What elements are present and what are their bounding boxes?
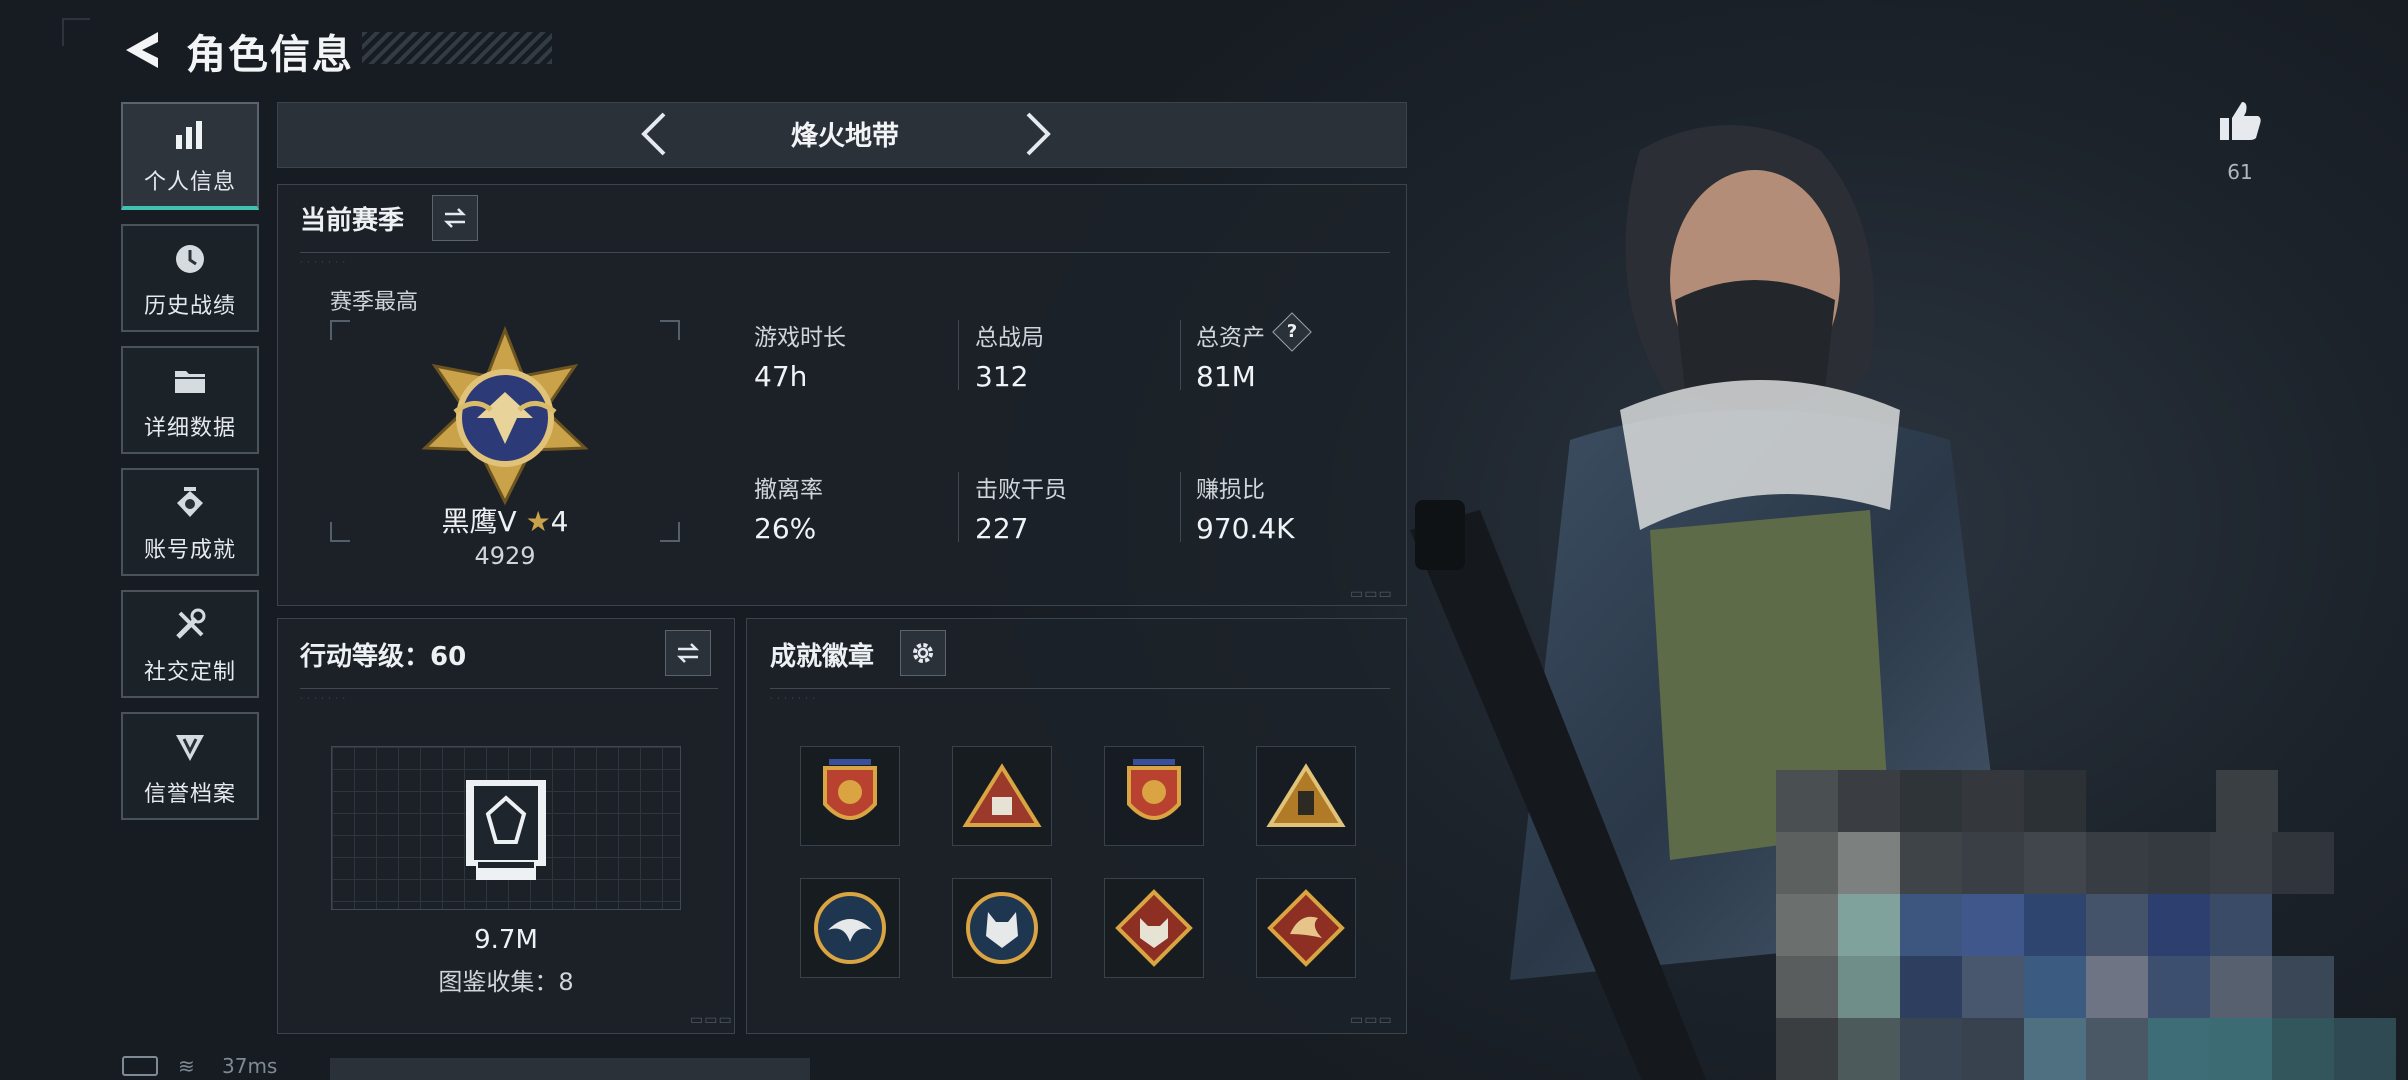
tick-marks: · · · · · · · (300, 258, 347, 267)
wifi-icon: ≋ (178, 1054, 195, 1078)
action-level-title: 行动等级：60 (300, 642, 467, 672)
chevron-right-icon (1026, 112, 1051, 156)
corner-marks: ▭▭▭ (1350, 586, 1393, 602)
stat-value: 26% (754, 512, 817, 545)
like-button[interactable] (2216, 98, 2264, 146)
gear-icon (913, 643, 933, 663)
stat-value: 81M (1196, 360, 1256, 393)
stat-value: 227 (975, 512, 1029, 545)
rank-score: 4929 (474, 542, 536, 570)
badge-slot[interactable] (1104, 878, 1204, 978)
divider (770, 688, 1390, 689)
sidebar-item-label: 历史战绩 (143, 294, 236, 319)
stat-label: 赚损比 (1196, 477, 1265, 503)
sidebar-item-label: 账号成就 (143, 538, 236, 563)
badge-slot[interactable] (800, 746, 900, 846)
collection-count: 图鉴收集：8 (438, 968, 574, 996)
sidebar-item-label: 详细数据 (143, 416, 236, 441)
divider (958, 472, 959, 542)
stat-value: 312 (975, 360, 1029, 393)
season-switch-button[interactable] (432, 195, 478, 241)
stat-label: 撤离率 (754, 477, 823, 503)
help-icon: ? (1286, 321, 1298, 342)
history-clock-icon (169, 238, 211, 280)
collection-case-icon (466, 780, 546, 880)
tick-marks: · · · · · · · (770, 694, 817, 703)
shield-badge-icon (1127, 759, 1181, 820)
action-level-value: 9.7M (474, 925, 538, 955)
blurred-text (330, 1058, 810, 1080)
current-season-title: 当前赛季 (300, 206, 405, 236)
tick-marks: · · · · · · · (300, 694, 347, 703)
swap-arrows-icon (676, 643, 700, 663)
sidebar-item-social-custom[interactable]: 社交定制 (121, 590, 259, 698)
title-decoration (362, 32, 552, 64)
divider (1180, 472, 1181, 542)
badges-settings-button[interactable] (900, 630, 946, 676)
wolf-coin-badge-icon (966, 892, 1038, 964)
rank-name-row: 黑鹰Ⅴ ★4 (410, 500, 600, 540)
reputation-icon (169, 726, 211, 768)
ping-readout: 37ms (222, 1054, 278, 1078)
bar-chart-icon (169, 114, 211, 156)
folder-icon (169, 360, 211, 402)
battery-charging-icon (122, 1056, 158, 1076)
sidebar-item-history[interactable]: 历史战绩 (121, 224, 259, 332)
badge-slot[interactable] (1256, 746, 1356, 846)
divider (1180, 320, 1181, 390)
sidebar-item-personal-info[interactable]: 个人信息 (121, 102, 259, 210)
action-switch-button[interactable] (665, 630, 711, 676)
sidebar-item-achievements[interactable]: 账号成就 (121, 468, 259, 576)
season-highest-label: 赛季最高 (330, 290, 419, 315)
season-next-button[interactable] (1006, 106, 1062, 162)
pixelated-overlay (1776, 770, 2408, 1080)
rank-emblem-icon (421, 326, 589, 506)
page-title: 角色信息 (186, 32, 354, 78)
sidebar-item-label: 社交定制 (143, 660, 236, 685)
sidebar-item-reputation[interactable]: 信誉档案 (121, 712, 259, 820)
badge-slot[interactable] (952, 878, 1052, 978)
corner-decoration (62, 18, 90, 46)
rank-stars: 4 (550, 505, 569, 538)
thumbs-up-icon (2220, 102, 2261, 140)
sidebar-item-label: 个人信息 (143, 170, 236, 195)
triangle-badge-icon (1266, 763, 1346, 827)
stat-value: 970.4K (1196, 512, 1295, 545)
sidebar-item-label: 信誉档案 (143, 782, 236, 807)
corner-marks: ▭▭▭ (690, 1012, 733, 1028)
stat-label: 总资产 (1196, 325, 1265, 351)
triangle-badge-icon (962, 763, 1042, 827)
divider (300, 252, 1390, 253)
tools-icon (169, 604, 211, 646)
divider (300, 688, 718, 689)
swap-arrows-icon (443, 208, 467, 228)
season-name: 烽火地带 (791, 121, 899, 152)
stat-value: 47h (754, 360, 808, 393)
star-icon: ★ (525, 505, 551, 538)
sidebar-item-detail-data[interactable]: 详细数据 (121, 346, 259, 454)
badge-slot[interactable] (1104, 746, 1204, 846)
eagle-coin-badge-icon (814, 892, 886, 964)
like-count: 61 (2227, 160, 2253, 184)
back-arrow-icon (126, 32, 158, 68)
badge-slot[interactable] (1256, 878, 1356, 978)
badge-slot[interactable] (952, 746, 1052, 846)
badges-title: 成就徽章 (770, 642, 875, 672)
achievement-icon (169, 482, 211, 524)
corner-marks: ▭▭▭ (1350, 1012, 1393, 1028)
dragon-diamond-badge-icon (1267, 889, 1345, 967)
divider (958, 320, 959, 390)
rank-name: 黑鹰Ⅴ (441, 505, 517, 538)
wolf-diamond-badge-icon (1115, 889, 1193, 967)
back-button[interactable] (118, 28, 166, 72)
stat-label: 击败干员 (975, 477, 1067, 503)
shield-badge-icon (823, 759, 877, 820)
stat-label: 总战局 (975, 325, 1044, 351)
badge-slot[interactable] (800, 878, 900, 978)
stat-label: 游戏时长 (754, 325, 846, 351)
